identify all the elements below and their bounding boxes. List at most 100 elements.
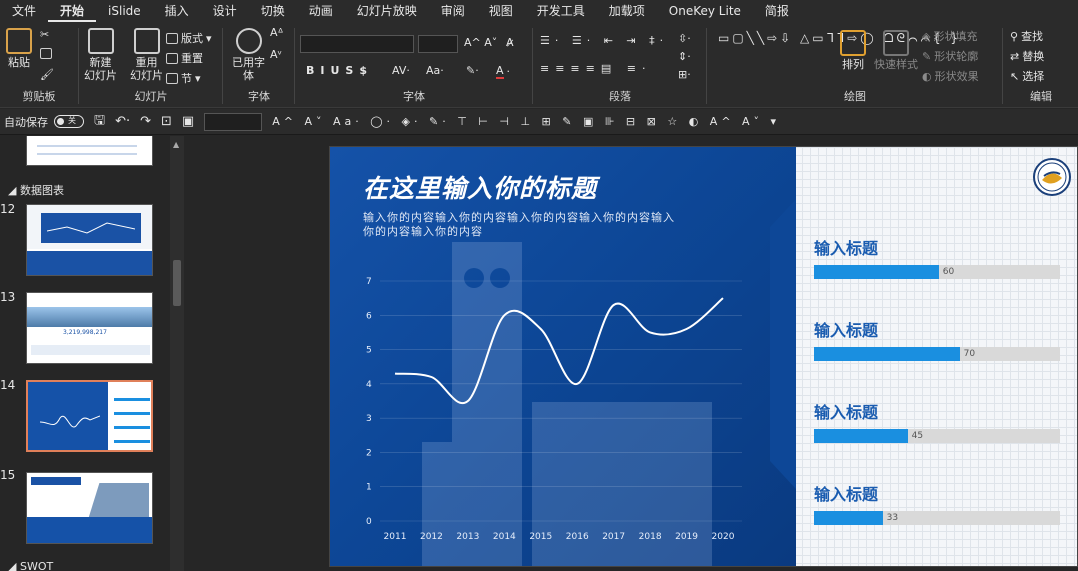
font-group-label: 字体: [403, 90, 425, 103]
slide-thumbnail-11[interactable]: [26, 136, 153, 166]
scrollbar-thumb[interactable]: [173, 260, 181, 306]
slide-thumbnail-14[interactable]: [26, 380, 153, 452]
font-up-button[interactable]: Aᐞ: [270, 26, 284, 39]
menu-10[interactable]: 开发工具: [525, 0, 597, 22]
menu-12[interactable]: OneKey Lite: [657, 0, 753, 22]
font-grow-button[interactable]: A^ A˅: [464, 36, 497, 49]
bar-title[interactable]: 输入标题: [814, 481, 878, 505]
redo-icon[interactable]: ↷: [140, 114, 151, 129]
reset-icon: [166, 52, 178, 64]
menu-9[interactable]: 视图: [477, 0, 525, 22]
font-size-input[interactable]: [418, 35, 458, 53]
menu-0[interactable]: 文件: [0, 0, 48, 22]
x-tick-label: 2014: [493, 532, 516, 542]
qat-format-icons[interactable]: A^ A˅ Aa· ◯· ◈· ✎· ⊤ ⊢ ⊣ ⊥ ⊞ ✎ ▣ ⊪ ⊟ ⊠ ☆…: [272, 115, 780, 128]
cut-button[interactable]: ✂: [40, 28, 49, 41]
progress-bar-value: 60: [942, 267, 955, 277]
layout-button[interactable]: 版式 ▾: [166, 30, 212, 46]
shape-effects-label: 形状效果: [934, 70, 979, 83]
menu-6[interactable]: 动画: [297, 0, 345, 22]
shapes-gallery[interactable]: ▭▢╲╲⇨⇩ △▭ᒣᒣ⇨◯ ᗝᘓ⌒⌒{ }: [718, 30, 958, 47]
char-spacing-button[interactable]: AV·: [392, 64, 410, 77]
change-case-button[interactable]: Aa·: [426, 64, 444, 77]
new-slide-button[interactable]: 新建 幻灯片: [84, 28, 117, 82]
menu-11[interactable]: 加载项: [597, 0, 657, 22]
undo-icon[interactable]: ↶·: [115, 114, 130, 129]
clear-format-button[interactable]: A̷: [506, 36, 514, 49]
current-slide[interactable]: 在这里输入你的标题 输入你的内容输入你的内容输入你的内容输入你的内容输入你的内容…: [329, 146, 1078, 567]
font-color-button[interactable]: A ·: [496, 64, 510, 79]
shape-outline-button[interactable]: ✎ 形状轮廓: [922, 48, 978, 64]
slide-thumbnail-15[interactable]: [26, 472, 153, 544]
paste-button[interactable]: 粘贴: [6, 28, 32, 69]
reuse-slide-button[interactable]: 重用 幻灯片: [130, 28, 163, 82]
progress-bar-track: 45: [814, 429, 1060, 443]
scissors-icon: ✂: [40, 28, 50, 41]
menu-7[interactable]: 幻灯片放映: [345, 0, 429, 22]
char-spacing-icon: AV·: [392, 64, 410, 77]
progress-bar-value: 70: [963, 349, 976, 359]
bar-title[interactable]: 输入标题: [814, 399, 878, 423]
thumbnails-scrollbar[interactable]: ▲: [170, 136, 184, 571]
font-size-icon: Aᐞ: [270, 26, 284, 39]
paragraph-group: ☰· ☰· ⇤ ⇥ ‡· ≡≡≡≡▤ ≡· ⇳· ⇕· ⊞· 段落: [534, 22, 706, 108]
select-button[interactable]: ↖ 选择: [1010, 68, 1044, 84]
font-style-buttons[interactable]: BIUS$: [306, 64, 373, 77]
menu-1[interactable]: 开始: [48, 0, 97, 22]
text-direction-button[interactable]: ⇳·: [678, 32, 691, 45]
cursor-icon: ↖: [1010, 69, 1020, 83]
shape-fill-button[interactable]: ◈ 形状填充: [922, 28, 977, 44]
shape-effects-button[interactable]: ◐ 形状效果: [922, 68, 979, 84]
autosave-toggle[interactable]: 关: [54, 115, 84, 128]
bar-title[interactable]: 输入标题: [814, 235, 878, 259]
qat-font-input[interactable]: [204, 112, 263, 131]
copy-icon: [40, 48, 52, 59]
arrange-button[interactable]: 排列: [840, 30, 866, 71]
used-fonts-button[interactable]: 已用字 体: [232, 28, 265, 82]
fill-bucket-icon: ◈: [922, 29, 931, 43]
slide-thumbnail-12[interactable]: [26, 204, 153, 276]
present-icon[interactable]: ⊡: [161, 114, 172, 129]
find-button[interactable]: ⚲ 查找: [1010, 28, 1043, 44]
bar-title[interactable]: 输入标题: [814, 317, 878, 341]
menu-2[interactable]: iSlide: [96, 0, 153, 22]
smartart-button[interactable]: ⊞·: [678, 68, 691, 81]
font-name-input[interactable]: [300, 35, 414, 53]
section-icon: [166, 72, 178, 84]
align-buttons[interactable]: ≡≡≡≡▤ ≡·: [540, 62, 651, 75]
progress-bar-fill: [814, 347, 960, 361]
copy-button[interactable]: [40, 48, 52, 59]
progress-bar-fill: [814, 429, 908, 443]
section-button[interactable]: 节 ▾: [166, 70, 201, 86]
collapse-icon: ◢: [8, 184, 20, 197]
section-swot[interactable]: ◢ SWOT: [8, 560, 53, 571]
menu-4[interactable]: 设计: [201, 0, 249, 22]
replace-button[interactable]: ⇄ 替换: [1010, 48, 1044, 64]
align-text-button[interactable]: ⇕·: [678, 50, 691, 63]
change-case-icon: Aa·: [426, 64, 444, 77]
layout-label: 版式: [181, 32, 203, 45]
highlight-button[interactable]: ✎·: [466, 64, 479, 77]
progress-bar-track: 60: [814, 265, 1060, 279]
line-chart[interactable]: 0 1 2 3 4 5 6 7 2011 2012 2013 2014 2015 2016 2017 2018…: [330, 147, 796, 567]
save-icon[interactable]: 🖫: [94, 111, 105, 133]
slide-thumbnail-13[interactable]: 3,219,998,217: [26, 292, 153, 364]
format-painter-button[interactable]: 🖌: [40, 68, 54, 81]
x-tick-label: 2011: [384, 532, 407, 542]
font-down-button[interactable]: Aᵛ: [270, 48, 282, 61]
x-tick-label: 2013: [456, 532, 479, 542]
list-buttons[interactable]: ☰· ☰· ⇤ ⇥ ‡·: [540, 34, 668, 47]
scroll-up-icon[interactable]: ▲: [173, 140, 179, 149]
series-line[interactable]: [394, 297, 724, 405]
quick-styles-button[interactable]: 快速样式: [874, 30, 918, 71]
reset-button[interactable]: 重置: [166, 50, 203, 66]
menu-13[interactable]: 简报: [753, 0, 801, 22]
menu-5[interactable]: 切换: [249, 0, 297, 22]
section-data-charts[interactable]: ◢ 数据图表: [8, 182, 64, 198]
quick-styles-icon: [883, 30, 909, 56]
menu-3[interactable]: 插入: [153, 0, 201, 22]
slideshow-icon[interactable]: ▣: [182, 114, 194, 129]
x-tick-label: 2020: [712, 532, 735, 542]
slides-group: 新建 幻灯片 重用 幻灯片 版式 ▾ 重置 节 ▾ 幻灯片: [80, 22, 222, 108]
menu-8[interactable]: 审阅: [429, 0, 477, 22]
